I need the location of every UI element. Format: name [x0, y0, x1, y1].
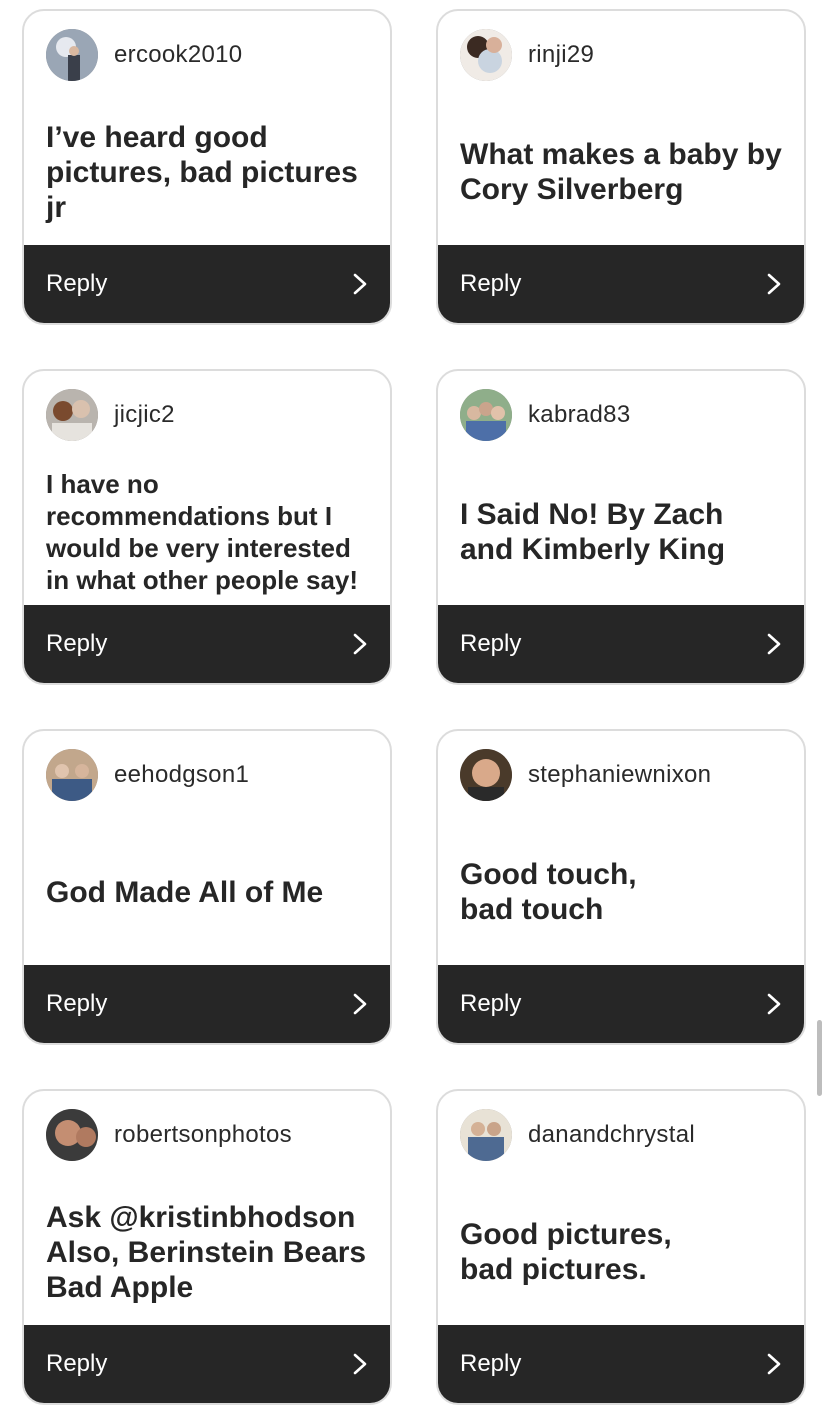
chevron-right-icon: [353, 1353, 367, 1375]
scrollbar[interactable]: [817, 1020, 822, 1096]
chevron-right-icon: [767, 1353, 781, 1375]
reply-button[interactable]: Reply: [438, 1325, 804, 1403]
avatar[interactable]: [460, 1109, 512, 1161]
comment-card: stephaniewnixon Good touch, bad touch Re…: [436, 729, 806, 1045]
comment-body: God Made All of Me: [46, 815, 372, 969]
comment-text: I Said No! By Zach and Kimberly King: [460, 498, 726, 566]
chevron-right-icon: [767, 993, 781, 1015]
comment-card: eehodgson1 God Made All of Me Reply: [22, 729, 392, 1045]
username[interactable]: rinji29: [528, 41, 594, 69]
comment-text: I have no recommendations but I would be…: [46, 469, 359, 595]
comment-header: eehodgson1: [46, 749, 249, 801]
reply-label: Reply: [460, 630, 522, 657]
reply-button[interactable]: Reply: [438, 605, 804, 683]
reply-button[interactable]: Reply: [24, 605, 390, 683]
comment-header: ercook2010: [46, 29, 242, 81]
comment-header: stephaniewnixon: [460, 749, 711, 801]
username[interactable]: ercook2010: [114, 41, 242, 69]
reply-label: Reply: [460, 990, 522, 1017]
username[interactable]: jicjic2: [114, 401, 175, 429]
comment-body: I Said No! By Zach and Kimberly King: [460, 455, 786, 609]
chevron-right-icon: [767, 633, 781, 655]
chevron-right-icon: [353, 993, 367, 1015]
comment-body: What makes a baby by Cory Silverberg: [460, 95, 786, 249]
username[interactable]: danandchrystal: [528, 1121, 695, 1149]
avatar[interactable]: [460, 29, 512, 81]
comment-header: kabrad83: [460, 389, 630, 441]
reply-label: Reply: [46, 630, 108, 657]
comment-header: robertsonphotos: [46, 1109, 292, 1161]
reply-button[interactable]: Reply: [24, 1325, 390, 1403]
comment-header: danandchrystal: [460, 1109, 695, 1161]
reply-label: Reply: [46, 990, 108, 1017]
avatar[interactable]: [46, 29, 98, 81]
comment-text: God Made All of Me: [46, 875, 324, 909]
chevron-right-icon: [353, 633, 367, 655]
comment-header: rinji29: [460, 29, 594, 81]
comment-text: Good pictures, bad pictures.: [460, 1218, 672, 1286]
comment-grid: ercook2010 I’ve heard good pictures, bad…: [0, 0, 828, 1426]
comment-body: Good pictures, bad pictures.: [460, 1175, 786, 1329]
username[interactable]: kabrad83: [528, 401, 630, 429]
comment-card: rinji29 What makes a baby by Cory Silver…: [436, 9, 806, 325]
username[interactable]: stephaniewnixon: [528, 761, 711, 789]
avatar[interactable]: [46, 1109, 98, 1161]
username[interactable]: robertsonphotos: [114, 1121, 292, 1149]
reply-button[interactable]: Reply: [24, 965, 390, 1043]
chevron-right-icon: [353, 273, 367, 295]
comment-body: Ask @kristinbhodson Also, Berinstein Bea…: [46, 1175, 372, 1329]
comment-header: jicjic2: [46, 389, 175, 441]
comment-card: ercook2010 I’ve heard good pictures, bad…: [22, 9, 392, 325]
comment-text: I’ve heard good pictures, bad pictures j…: [46, 120, 358, 224]
chevron-right-icon: [767, 273, 781, 295]
avatar[interactable]: [460, 749, 512, 801]
comment-card: danandchrystal Good pictures, bad pictur…: [436, 1089, 806, 1405]
reply-label: Reply: [460, 270, 522, 297]
comment-text: What makes a baby by Cory Silverberg: [460, 138, 782, 206]
reply-button[interactable]: Reply: [438, 965, 804, 1043]
username[interactable]: eehodgson1: [114, 761, 249, 789]
comment-body: I have no recommendations but I would be…: [46, 455, 372, 609]
comment-text: Good touch, bad touch: [460, 858, 637, 926]
comment-body: Good touch, bad touch: [460, 815, 786, 969]
reply-label: Reply: [46, 270, 108, 297]
reply-label: Reply: [46, 1350, 108, 1377]
reply-label: Reply: [460, 1350, 522, 1377]
comment-body: I’ve heard good pictures, bad pictures j…: [46, 95, 372, 249]
comment-card: jicjic2 I have no recommendations but I …: [22, 369, 392, 685]
avatar[interactable]: [46, 749, 98, 801]
avatar[interactable]: [46, 389, 98, 441]
reply-button[interactable]: Reply: [24, 245, 390, 323]
comment-text: Ask @kristinbhodson Also, Berinstein Bea…: [46, 1200, 367, 1304]
comment-card: kabrad83 I Said No! By Zach and Kimberly…: [436, 369, 806, 685]
comment-card: robertsonphotos Ask @kristinbhodson Also…: [22, 1089, 392, 1405]
reply-button[interactable]: Reply: [438, 245, 804, 323]
avatar[interactable]: [460, 389, 512, 441]
